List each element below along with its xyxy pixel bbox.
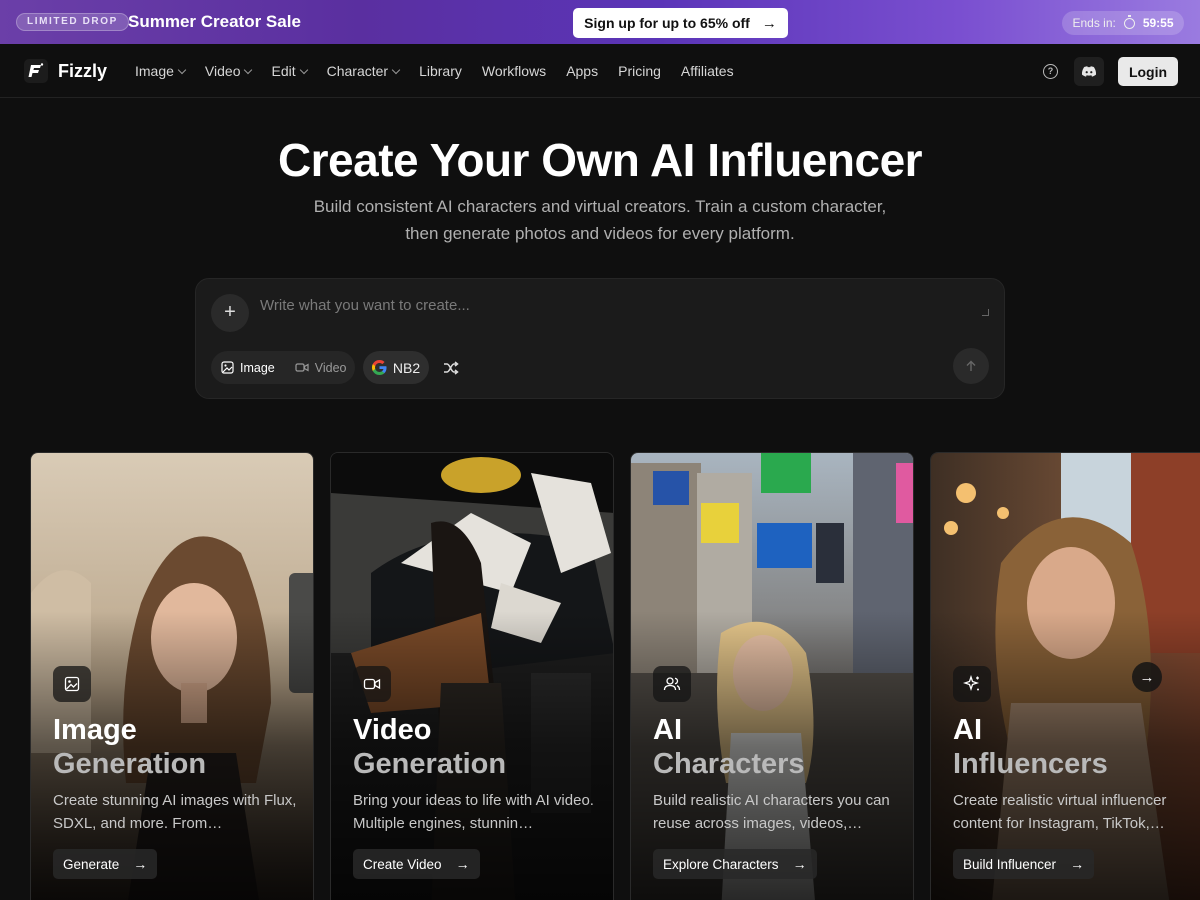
arrow-right-icon: → — [1070, 856, 1085, 872]
hero-subtitle: Build consistent AI characters and virtu… — [270, 193, 930, 247]
image-icon — [53, 666, 91, 702]
arrow-right-icon: → — [455, 856, 470, 872]
arrow-right-icon: → — [792, 856, 807, 872]
promo-signup-label: Sign up for up to 65% off — [584, 15, 750, 31]
card-subtitle: Generation — [353, 748, 507, 780]
feature-cards-carousel: Image Generation Create stunning AI imag… — [0, 452, 1200, 900]
card-subtitle: Characters — [653, 748, 805, 780]
nav-item-apps[interactable]: Apps — [566, 63, 598, 79]
users-icon — [653, 666, 691, 702]
image-icon — [221, 361, 234, 374]
promo-signup-button[interactable]: Sign up for up to 65% off → — [573, 8, 788, 38]
nav-item-library[interactable]: Library — [419, 63, 462, 79]
mode-image-label: Image — [240, 360, 275, 375]
feature-card-video-generation[interactable]: Video Generation Bring your ideas to lif… — [330, 452, 614, 900]
plus-icon: + — [224, 301, 236, 323]
prompt-composer: + Write what you want to create... Image… — [195, 278, 1005, 399]
video-camera-icon — [295, 363, 309, 372]
nav-item-edit[interactable]: Edit — [271, 63, 308, 79]
explore-characters-button[interactable]: Explore Characters → — [653, 849, 817, 879]
arrow-right-icon: → — [1139, 668, 1155, 686]
send-button[interactable] — [953, 348, 989, 384]
nav-item-label: Affiliates — [680, 63, 734, 79]
fizzly-logo-icon — [24, 59, 48, 83]
card-subtitle: Influencers — [953, 748, 1108, 780]
hero-subtitle-line-2: then generate photos and videos for ever… — [405, 224, 795, 243]
arrow-right-icon: → — [133, 856, 148, 872]
nav-item-image[interactable]: Image — [135, 63, 187, 79]
card-button-label: Create Video — [363, 856, 442, 872]
card-button-label: Build Influencer — [963, 856, 1057, 872]
card-title: AI — [653, 714, 682, 746]
carousel-next-button[interactable]: → — [1132, 662, 1162, 692]
nav-item-workflows[interactable]: Workflows — [482, 63, 546, 79]
generate-button[interactable]: Generate → — [53, 849, 158, 879]
top-navigation: Fizzly Image Video Edit Character Librar… — [0, 44, 1200, 98]
card-title: AI — [953, 714, 982, 746]
nav-item-label: Workflows — [481, 63, 547, 79]
mode-image-option[interactable]: Image — [211, 351, 285, 384]
countdown-timer: Ends in: 59:55 — [1062, 11, 1184, 35]
hero-subtitle-line-1: Build consistent AI characters and virtu… — [313, 197, 887, 216]
card-subtitle: Generation — [53, 748, 207, 780]
sparkles-icon — [953, 666, 991, 702]
card-description: Create realistic virtual influencer cont… — [953, 792, 1167, 832]
arrow-right-icon: → — [761, 14, 777, 32]
chevron-down-icon — [299, 65, 308, 74]
card-button-label: Generate — [63, 856, 120, 872]
card-button-label: Explore Characters — [663, 856, 779, 872]
card-description: Build realistic AI characters you can re… — [653, 792, 890, 832]
shuffle-icon[interactable] — [442, 359, 460, 377]
nav-item-label: Image — [135, 63, 174, 79]
mode-video-option[interactable]: Video — [285, 351, 357, 384]
video-icon — [353, 666, 391, 702]
card-description: Create stunning AI images with Flux, SDX… — [53, 792, 297, 832]
nav-menu: Image Video Edit Character Library Workf… — [135, 44, 734, 98]
promo-banner: LIMITED DROP Summer Creator Sale Sign up… — [0, 0, 1200, 44]
chevron-down-icon — [177, 65, 187, 74]
model-label: NB2 — [392, 359, 421, 376]
google-icon — [371, 360, 387, 375]
nav-item-character[interactable]: Character — [326, 63, 401, 79]
nav-item-label: Video — [204, 63, 241, 79]
card-title: Video — [353, 714, 432, 746]
nav-item-label: Pricing — [618, 63, 661, 79]
timer-value: 59:55 — [1142, 16, 1174, 30]
feature-card-image-generation[interactable]: Image Generation Create stunning AI imag… — [30, 452, 314, 900]
brand-logo-link[interactable]: Fizzly — [24, 59, 107, 83]
create-video-button[interactable]: Create Video → — [353, 849, 480, 879]
add-attachment-button[interactable]: + — [211, 294, 249, 332]
help-question-icon[interactable]: ? — [1043, 64, 1058, 79]
nav-item-affiliates[interactable]: Affiliates — [681, 63, 734, 79]
nav-item-label: Apps — [566, 63, 599, 79]
chevron-down-icon — [244, 65, 253, 74]
login-button[interactable]: Login — [1118, 57, 1178, 86]
promo-title: Summer Creator Sale — [128, 12, 301, 31]
nav-item-pricing[interactable]: Pricing — [618, 63, 661, 79]
media-mode-toggle: Image Video — [211, 351, 355, 384]
discord-icon — [1081, 65, 1097, 77]
resize-handle-icon[interactable] — [982, 309, 989, 316]
nav-item-label: Character — [326, 63, 389, 79]
build-influencer-button[interactable]: Build Influencer → — [953, 849, 1095, 879]
card-title: Image — [53, 714, 137, 746]
timer-label: Ends in: — [1072, 16, 1116, 30]
feature-card-ai-characters[interactable]: AI Characters Build realistic AI charact… — [630, 452, 914, 900]
discord-button[interactable] — [1074, 57, 1104, 86]
nav-item-label: Library — [419, 63, 462, 79]
limited-drop-badge: LIMITED DROP — [16, 13, 129, 31]
prompt-input[interactable]: Write what you want to create... — [260, 297, 980, 314]
model-selector[interactable]: NB2 — [363, 351, 429, 384]
chevron-down-icon — [391, 65, 401, 74]
card-description: Bring your ideas to life with AI video. … — [353, 792, 594, 832]
mode-video-label: Video — [314, 360, 347, 375]
nav-item-video[interactable]: Video — [204, 63, 253, 79]
nav-item-label: Edit — [271, 63, 296, 79]
arrow-up-icon — [966, 360, 976, 371]
stopwatch-icon — [1123, 14, 1135, 29]
brand-name: Fizzly — [58, 60, 108, 81]
hero-title: Create Your Own AI Influencer — [277, 134, 923, 186]
